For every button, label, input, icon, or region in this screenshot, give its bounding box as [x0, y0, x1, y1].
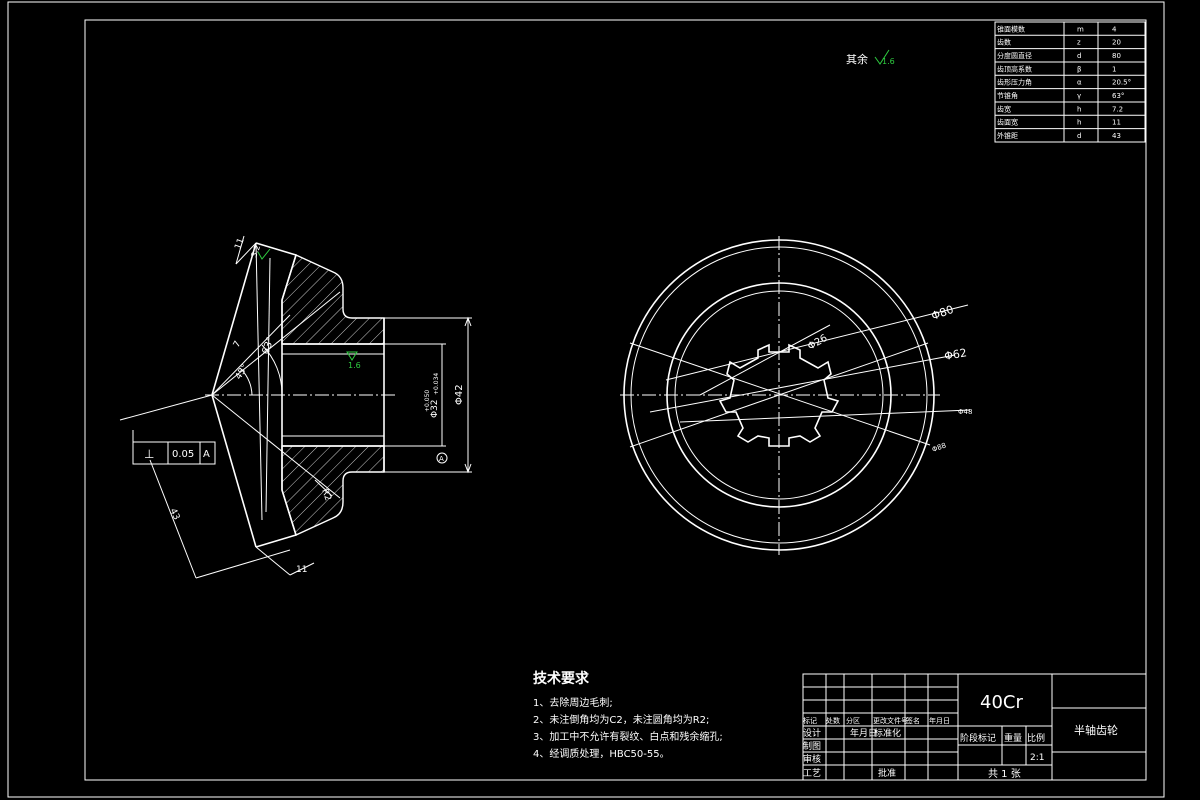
param-val-8: 43: [1112, 132, 1121, 140]
param-val-3: 1: [1112, 65, 1116, 73]
tech-title: 技术要求: [533, 670, 590, 687]
tech-item-3: 3、加工中不允许有裂纹、白点和残余缩孔;: [533, 730, 723, 743]
section-view: 63° 45° 7 11 3.2 43 11 R2 1.6 Φ42 Φ32 +0…: [119, 235, 472, 579]
front-d4-label: Φ48: [958, 408, 972, 416]
row-process: 工艺: [803, 768, 821, 779]
design-row-std: 标准化: [874, 727, 901, 739]
section-lower-hatch: [281, 445, 385, 536]
param-val-4: 20.5°: [1112, 79, 1131, 87]
hdr-col-5: 签名: [906, 716, 920, 725]
stage-label: 阶段标记: [960, 732, 996, 744]
tech-item-1: 1、去除周边毛刺;: [533, 696, 613, 709]
front-d2-label: Φ62: [943, 346, 968, 363]
param-name-8: 外锥距: [997, 131, 1018, 140]
tolerance-frame: ⊥ 0.05 A: [132, 430, 216, 465]
bore-tol-lower: +0.034: [433, 373, 440, 395]
part-name: 半轴齿轮: [1074, 723, 1118, 737]
param-val-1: 20: [1112, 39, 1121, 47]
front-d5-label: Φ88: [931, 441, 947, 453]
param-sym-7: h: [1077, 119, 1081, 127]
roughness-note-label: 其余: [846, 52, 868, 66]
param-sym-3: β: [1077, 65, 1081, 73]
design-row-label: 设计: [803, 727, 821, 739]
scale-value: 2:1: [1030, 753, 1044, 763]
bore-roughness-value: 1.6: [348, 361, 361, 370]
param-sym-0: m: [1077, 25, 1084, 33]
row-draw: 制图: [803, 740, 821, 752]
param-name-2: 分度圆直径: [997, 51, 1032, 60]
slant-43-label: 43: [167, 507, 181, 522]
front-d1-label: Φ80: [930, 303, 956, 323]
gear-params-table: 锥面模数 m 4 齿数 z 20 分度圆直径 d 80 齿顶高系数 β 1 齿形压力角 α 20.5° 节锥角…: [994, 21, 1146, 143]
outer-diameter-label: Φ42: [454, 384, 465, 405]
approve-label: 批准: [878, 767, 896, 779]
tech-requirements: 技术要求 1、去除周边毛刺; 2、未注倒角均为C2，未注圆角均为R2; 3、加工…: [533, 670, 723, 760]
param-name-1: 齿数: [997, 38, 1011, 47]
param-sym-8: d: [1077, 132, 1081, 140]
title-block: 标记 处数 分区 更改文件号 签名 年月日 设计 年月日 标准化 制图 审核 工…: [802, 673, 1147, 781]
datum-a-label: A: [439, 455, 444, 463]
front-view: Φ80 Φ62 Φ26 Φ48 Φ88: [620, 236, 972, 555]
row-review: 审核: [803, 753, 821, 765]
tech-item-4: 4、经调质处理，HBC50-55。: [533, 747, 670, 760]
param-val-0: 4: [1112, 25, 1117, 33]
param-name-6: 齿宽: [997, 104, 1011, 113]
weight-label: 重量: [1004, 732, 1022, 744]
param-name-7: 齿面宽: [997, 118, 1018, 127]
param-sym-1: z: [1077, 39, 1081, 47]
param-sym-4: α: [1077, 79, 1082, 87]
param-name-5: 节锥角: [997, 91, 1018, 100]
param-name-0: 锥面模数: [997, 24, 1025, 33]
material: 40Cr: [980, 692, 1023, 713]
drawing-canvas: 其余 1.6 锥面模数 m 4 齿数 z 20 分度圆直径 d 80 齿顶高系数 β 1 齿形压力角 α 2…: [7, 1, 1165, 798]
param-name-4: 齿形压力角: [997, 78, 1032, 87]
inner-border: [84, 19, 1147, 781]
param-val-5: 63°: [1112, 92, 1124, 100]
angle-small-label: 7: [232, 340, 244, 350]
param-sym-5: γ: [1077, 92, 1081, 100]
param-val-2: 80: [1112, 52, 1121, 60]
bottom-len-label: 11: [296, 565, 307, 575]
tolerance-datum: A: [203, 449, 210, 460]
tolerance-value: 0.05: [172, 449, 194, 460]
param-sym-6: h: [1077, 105, 1081, 113]
design-row-date: 年月日: [850, 727, 877, 739]
sheets-label: 共 1 张: [988, 768, 1021, 780]
param-val-7: 11: [1112, 119, 1121, 127]
roughness-note-value: 1.6: [882, 57, 895, 66]
scale-label: 比例: [1027, 732, 1045, 744]
bore-tol-upper: +0.050: [424, 390, 431, 412]
hdr-col-4: 更改文件号: [873, 716, 908, 725]
bore-diameter-label: Φ32: [430, 399, 440, 418]
hdr-col-2: 处数: [826, 716, 840, 725]
param-name-3: 齿顶高系数: [997, 64, 1032, 73]
hdr-col-6: 年月日: [929, 716, 950, 725]
param-sym-2: d: [1077, 52, 1081, 60]
angle-63-label: 63°: [260, 336, 276, 356]
tolerance-symbol: ⊥: [144, 447, 154, 461]
tech-item-2: 2、未注倒角均为C2，未注圆角均为R2;: [533, 713, 709, 726]
hdr-col-3: 分区: [846, 716, 860, 725]
section-upper-hatch: [281, 254, 385, 345]
surface-roughness-note: 其余 1.6: [846, 49, 895, 66]
param-val-6: 7.2: [1112, 105, 1123, 113]
top-len-label: 11: [233, 237, 246, 251]
hdr-col-1: 标记: [803, 716, 817, 725]
